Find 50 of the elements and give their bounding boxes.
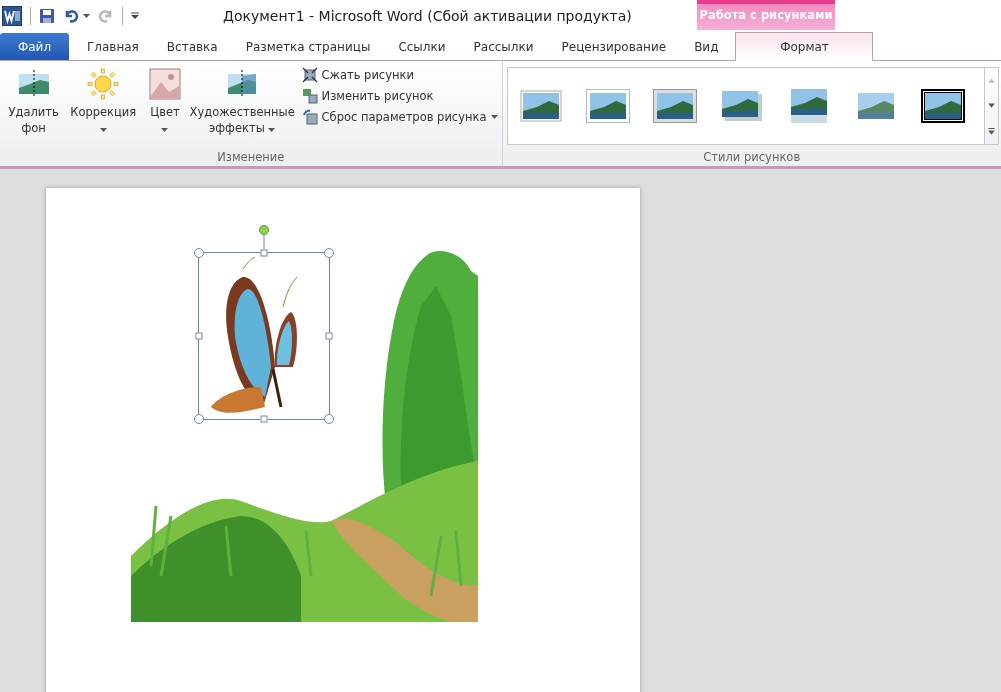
ribbon-tab[interactable]: Разметка страницы <box>231 33 385 60</box>
sun-icon <box>87 68 120 100</box>
reset-picture-icon <box>301 109 318 125</box>
ribbon-button[interactable]: Цвет <box>143 65 187 150</box>
picture-icon <box>148 68 181 100</box>
ribbon-button[interactable]: Изменить рисунок <box>301 88 498 104</box>
word-logo-icon[interactable] <box>2 6 22 26</box>
ribbon-button[interactable]: Художественные эффекты <box>186 65 298 150</box>
resize-handle[interactable] <box>195 332 203 340</box>
caret-icon <box>83 14 90 18</box>
ribbon-tab[interactable]: Рецензирование <box>547 33 681 60</box>
group-label: Изменение <box>216 150 286 166</box>
picture-style-thumbnail[interactable] <box>586 89 630 123</box>
caret-icon <box>268 128 276 132</box>
swap-picture-icon <box>301 88 318 104</box>
resize-handle[interactable] <box>324 248 334 258</box>
ribbon-tab[interactable]: Вид <box>680 33 733 60</box>
picture-style-thumbnail[interactable] <box>791 89 827 123</box>
resize-handle[interactable] <box>260 415 268 423</box>
ribbon-button[interactable]: Удалить фон <box>4 65 64 150</box>
picture-style-thumbnail[interactable] <box>520 90 562 122</box>
caret-icon <box>490 115 498 119</box>
caret-icon <box>161 128 169 132</box>
ribbon-tab[interactable]: Главная <box>73 33 153 60</box>
rotate-handle[interactable] <box>258 225 270 249</box>
picture-style-thumbnail[interactable] <box>653 89 697 123</box>
ribbon-tab[interactable]: Формат <box>735 32 874 61</box>
contextual-tab-header: Работа с рисунками <box>697 0 835 30</box>
compress-icon <box>301 67 318 83</box>
save-icon[interactable] <box>39 8 55 24</box>
window-title: Документ1 - Microsoft Word (Сбой активации продукта) <box>223 8 632 24</box>
resize-handle[interactable] <box>194 414 204 424</box>
resize-handle[interactable] <box>324 414 334 424</box>
group-label: Стили рисунков <box>702 150 802 166</box>
ribbon-tab[interactable]: Ссылки <box>384 33 460 60</box>
ribbon-tab[interactable]: Файл <box>0 33 69 60</box>
ribbon-button[interactable]: Сброс параметров рисунка <box>301 109 498 125</box>
ribbon-button[interactable]: Коррекция <box>63 65 144 150</box>
resize-handle[interactable] <box>260 249 268 257</box>
picture-style-thumbnail[interactable] <box>921 89 965 123</box>
resize-handle[interactable] <box>325 332 333 340</box>
ribbon-tab[interactable]: Вставка <box>152 33 232 60</box>
ribbon-tab[interactable]: Рассылки <box>459 33 548 60</box>
undo-icon[interactable] <box>63 8 79 24</box>
picture-style-thumbnail[interactable] <box>858 93 894 119</box>
ribbon-button[interactable]: Сжать рисунки <box>301 67 498 83</box>
customize-menu-icon[interactable] <box>131 12 139 20</box>
picture-style-thumbnail[interactable] <box>722 91 762 121</box>
caret-icon <box>99 128 107 132</box>
resize-handle[interactable] <box>194 248 204 258</box>
